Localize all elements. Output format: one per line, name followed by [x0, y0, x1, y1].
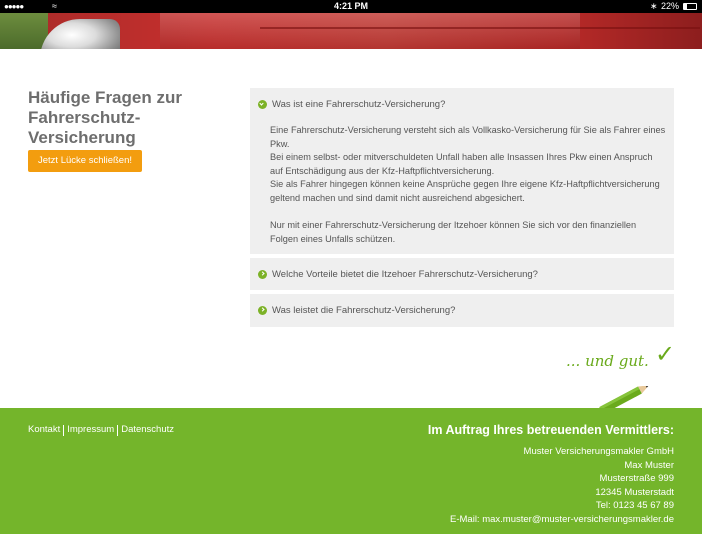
close-gap-button[interactable]: Jetzt Lücke schließen!	[28, 150, 142, 172]
status-bar: ●●●●● ≈ 4:21 PM ∗ 22%	[0, 0, 702, 13]
faq-item[interactable]: Was leistet die Fahrerschutz-Versicherun…	[250, 294, 674, 327]
battery-percentage: 22%	[661, 1, 680, 11]
bluetooth-icon: ∗	[650, 1, 658, 11]
agent-heading: Im Auftrag Ihres betreuenden Vermittlers…	[427, 423, 674, 437]
footer-link-kontakt[interactable]: Kontakt	[28, 424, 60, 435]
faq-question: Was ist eine Fahrerschutz-Versicherung?	[272, 99, 446, 110]
faq-answer-paragraph: Eine Fahrerschutz-Versicherung versteht …	[270, 125, 666, 203]
hero-image	[0, 13, 702, 49]
faq-answer-paragraph: Nur mit einer Fahrerschutz-Versicherung …	[270, 220, 637, 244]
footer-link-datenschutz[interactable]: Datenschutz	[121, 424, 174, 435]
battery-icon	[683, 3, 697, 10]
agent-phone[interactable]: Tel: 0123 45 67 89	[450, 499, 674, 513]
chevron-right-icon	[258, 306, 267, 315]
faq-answer: Eine Fahrerschutz-Versicherung versteht …	[270, 124, 666, 260]
tagline: ... und gut.	[566, 352, 649, 370]
status-time: 4:21 PM	[333, 1, 368, 11]
faq-question: Was leistet die Fahrerschutz-Versicherun…	[272, 305, 456, 316]
page-title: Häufige Fragen zur Fahrerschutz-Versiche…	[28, 88, 182, 147]
faq-question: Welche Vorteile bietet die Itzehoer Fahr…	[272, 269, 538, 280]
checkmark-icon: ✓	[655, 340, 676, 368]
faq-question-toggle[interactable]: Welche Vorteile bietet die Itzehoer Fahr…	[258, 269, 538, 280]
agent-city: 12345 Musterstadt	[595, 486, 674, 498]
footer: Kontakt Impressum Datenschutz Im Auftrag…	[0, 408, 702, 534]
agent-email[interactable]: E-Mail: max.muster@muster-versicherungsm…	[450, 513, 674, 527]
faq-question-toggle[interactable]: Was ist eine Fahrerschutz-Versicherung?	[258, 99, 445, 110]
agent-name: Max Muster	[624, 459, 674, 471]
faq-item[interactable]: Welche Vorteile bietet die Itzehoer Fahr…	[250, 258, 674, 290]
footer-links: Kontakt Impressum Datenschutz	[28, 424, 174, 436]
faq-question-toggle[interactable]: Was leistet die Fahrerschutz-Versicherun…	[258, 305, 455, 316]
faq-item: Was ist eine Fahrerschutz-Versicherung? …	[250, 88, 674, 254]
car-headlight	[40, 19, 120, 49]
agent-contact: Muster Versicherungsmakler GmbH Max Must…	[450, 445, 674, 526]
pencil-icon	[599, 386, 649, 410]
agent-company: Muster Versicherungsmakler GmbH	[523, 446, 674, 457]
footer-link-impressum[interactable]: Impressum	[67, 424, 114, 435]
agent-street: Musterstraße 999	[599, 473, 674, 484]
chevron-down-icon	[258, 100, 267, 109]
chevron-right-icon	[258, 270, 267, 279]
